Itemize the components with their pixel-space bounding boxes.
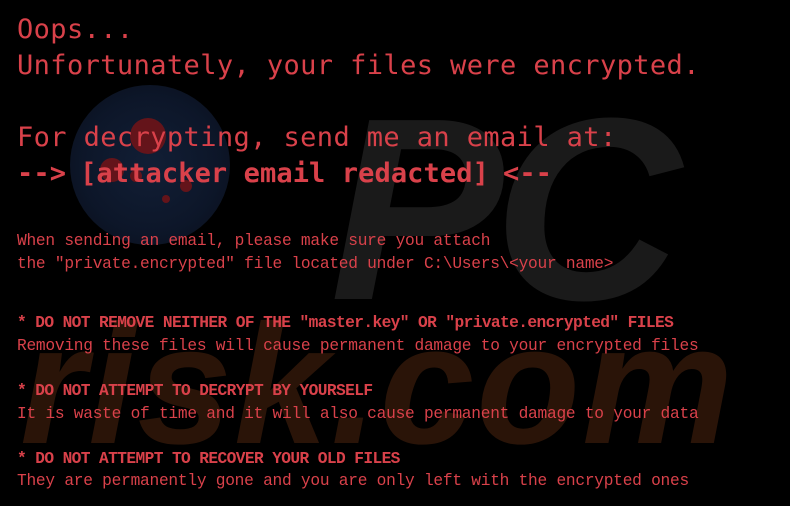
warning-title: * DO NOT REMOVE NEITHER OF THE "master.k… <box>17 314 674 332</box>
contact-email: [attacker email redacted] <box>80 158 489 189</box>
warning-detail: It is waste of time and it will also cau… <box>17 405 699 423</box>
warning-detail: Removing these files will cause permanen… <box>17 337 699 355</box>
contact-line: --> [attacker email redacted] <-- <box>17 158 552 189</box>
contact-suffix-arrow: <-- <box>502 158 553 189</box>
warning-detail: They are permanently gone and you are on… <box>17 472 689 490</box>
watermark-brand-top: PC <box>330 65 681 355</box>
warning-title: * DO NOT ATTEMPT TO RECOVER YOUR OLD FIL… <box>17 450 400 468</box>
note-greeting: Oops... <box>17 14 134 45</box>
watermark-dot <box>162 195 170 203</box>
decrypt-prompt: For decrypting, send me an email at: <box>17 122 617 153</box>
ransom-note-screen: { "watermark": { "brand_top": "PC", "bra… <box>0 0 790 506</box>
warning-title: * DO NOT ATTEMPT TO DECRYPT BY YOURSELF <box>17 382 373 400</box>
contact-prefix-arrow: --> <box>17 158 67 189</box>
note-headline: Unfortunately, your files were encrypted… <box>17 50 700 81</box>
attach-instruction-line: When sending an email, please make sure … <box>17 232 491 250</box>
attach-instruction-line: the "private.encrypted" file located und… <box>17 255 614 273</box>
